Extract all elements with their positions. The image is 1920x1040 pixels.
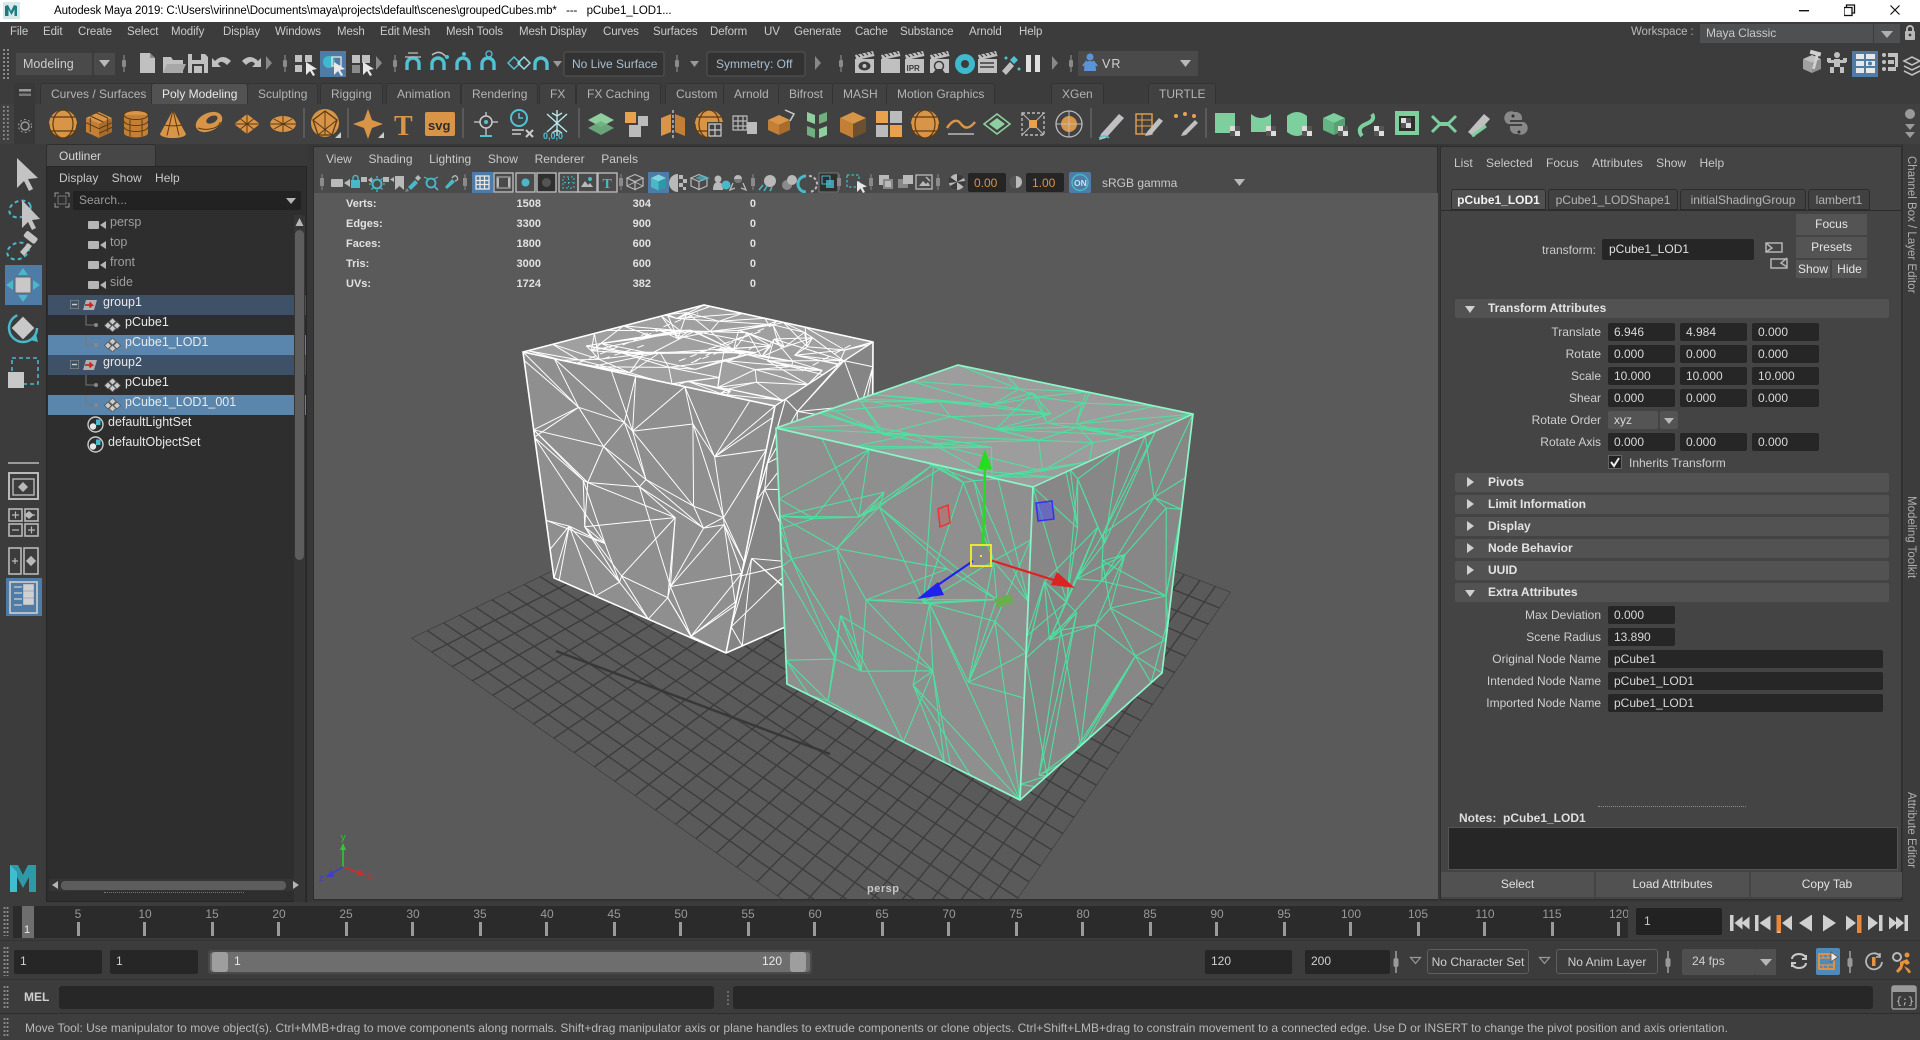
- svg-text:40: 40: [540, 907, 554, 921]
- svg-text:100: 100: [1341, 907, 1361, 921]
- svg-text:55: 55: [741, 907, 755, 921]
- svg-text:45: 45: [607, 907, 621, 921]
- svg-text:95: 95: [1277, 907, 1291, 921]
- svg-text:VR: VR: [1102, 57, 1121, 71]
- svg-text:115: 115: [1542, 907, 1561, 921]
- svg-text:105: 105: [1408, 907, 1428, 921]
- svg-text:y: y: [341, 832, 346, 842]
- svg-text:IPR: IPR: [907, 64, 921, 73]
- svg-text:120: 120: [1609, 907, 1628, 921]
- svg-text:svg: svg: [428, 118, 450, 133]
- svg-text:Modeling: Modeling: [23, 57, 74, 71]
- svg-text:1.00: 1.00: [1032, 176, 1056, 190]
- svg-text:10: 10: [138, 907, 152, 921]
- svg-text:T: T: [394, 111, 413, 142]
- svg-text:15: 15: [205, 907, 219, 921]
- svg-text:5: 5: [75, 907, 82, 921]
- svg-text:75: 75: [1009, 907, 1023, 921]
- svg-text:z: z: [319, 873, 324, 883]
- svg-text:35: 35: [473, 907, 487, 921]
- svg-text:70: 70: [942, 907, 956, 921]
- svg-text:sRGB gamma: sRGB gamma: [1102, 176, 1178, 190]
- svg-text:Symmetry: Off: Symmetry: Off: [716, 57, 793, 71]
- svg-text:0.00: 0.00: [974, 176, 998, 190]
- svg-text:1: 1: [24, 924, 30, 936]
- svg-text:60: 60: [808, 907, 822, 921]
- svg-text:No Live Surface: No Live Surface: [572, 57, 658, 71]
- svg-text:25: 25: [339, 907, 353, 921]
- svg-text:80: 80: [1076, 907, 1090, 921]
- svg-text:x: x: [367, 871, 372, 881]
- svg-text:{;}: {;}: [1896, 996, 1914, 1008]
- svg-text:110: 110: [1475, 907, 1494, 921]
- svg-text:persp: persp: [867, 883, 899, 895]
- svg-text:0,0,0: 0,0,0: [543, 131, 563, 141]
- svg-text:ON: ON: [1074, 178, 1087, 188]
- svg-text:85: 85: [1143, 907, 1157, 921]
- svg-text:90: 90: [1210, 907, 1224, 921]
- svg-text:20: 20: [272, 907, 286, 921]
- svg-text:65: 65: [875, 907, 889, 921]
- svg-text:T: T: [603, 177, 613, 192]
- svg-text:30: 30: [406, 907, 420, 921]
- svg-text:50: 50: [674, 907, 688, 921]
